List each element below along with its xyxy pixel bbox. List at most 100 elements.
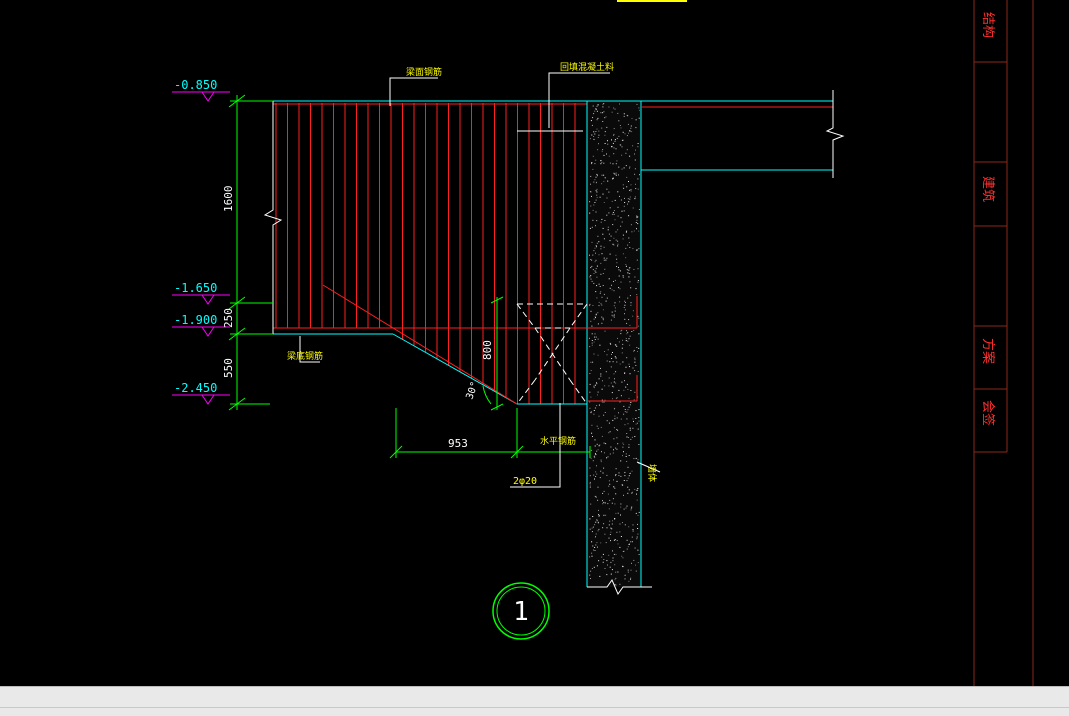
concrete-speckle <box>608 377 610 379</box>
elevation-label-3: -1.900 <box>174 313 217 327</box>
concrete-speckle <box>608 508 610 510</box>
concrete-speckle <box>616 429 618 430</box>
title-cell-countersign: 会签 <box>980 400 996 426</box>
concrete-speckle <box>628 276 630 278</box>
concrete-speckle <box>603 259 605 261</box>
concrete-speckle <box>621 352 623 354</box>
concrete-speckle <box>620 217 622 219</box>
concrete-speckle <box>589 212 591 214</box>
concrete-speckle <box>589 484 591 486</box>
concrete-speckle <box>624 300 626 302</box>
concrete-speckle <box>597 546 598 548</box>
concrete-speckle <box>608 278 610 280</box>
concrete-speckle <box>603 238 605 240</box>
concrete-speckle <box>621 146 623 148</box>
concrete-speckle <box>609 240 611 242</box>
concrete-speckle <box>615 468 617 470</box>
concrete-speckle <box>601 183 603 185</box>
concrete-speckle <box>594 110 596 112</box>
concrete-speckle <box>620 333 622 335</box>
concrete-speckle <box>590 411 592 412</box>
concrete-speckle <box>600 375 602 377</box>
concrete-speckle <box>617 245 619 247</box>
concrete-speckle <box>600 303 602 305</box>
concrete-speckle <box>589 486 591 488</box>
concrete-speckle <box>590 361 592 363</box>
concrete-speckle <box>598 283 600 285</box>
concrete-speckle <box>632 145 634 147</box>
concrete-speckle <box>589 481 591 483</box>
concrete-speckle <box>597 312 599 314</box>
concrete-speckle <box>622 361 624 363</box>
concrete-speckle <box>593 282 595 284</box>
concrete-speckle <box>603 293 605 295</box>
concrete-speckle <box>617 215 619 217</box>
concrete-speckle <box>613 128 615 130</box>
concrete-speckle <box>596 425 598 427</box>
concrete-speckle <box>591 241 593 243</box>
concrete-speckle <box>593 318 595 320</box>
concrete-speckle <box>637 523 638 525</box>
concrete-speckle <box>630 224 632 226</box>
concrete-speckle <box>611 528 613 530</box>
concrete-speckle <box>622 276 624 278</box>
concrete-speckle <box>634 436 636 437</box>
concrete-speckle <box>618 166 620 168</box>
concrete-speckle <box>604 268 606 270</box>
concrete-speckle <box>612 352 613 353</box>
title-cell-architecture: 建筑 <box>980 176 996 202</box>
concrete-speckle <box>596 174 598 176</box>
concrete-speckle <box>601 388 603 390</box>
concrete-speckle <box>615 577 617 579</box>
concrete-speckle <box>625 386 627 388</box>
concrete-speckle <box>623 307 625 308</box>
concrete-speckle <box>613 479 614 481</box>
concrete-speckle <box>618 120 620 122</box>
concrete-speckle <box>611 139 612 141</box>
concrete-speckle <box>607 456 609 458</box>
concrete-speckle <box>623 389 625 391</box>
concrete-speckle <box>629 198 631 200</box>
concrete-speckle <box>602 193 604 195</box>
concrete-speckle <box>590 570 592 572</box>
concrete-speckle <box>590 320 592 322</box>
concrete-speckle <box>611 569 613 571</box>
concrete-speckle <box>621 484 623 486</box>
concrete-speckle <box>602 503 604 505</box>
concrete-speckle <box>625 247 627 249</box>
concrete-speckle <box>614 199 616 201</box>
concrete-speckle <box>590 310 592 312</box>
concrete-speckle <box>603 162 605 164</box>
concrete-speckle <box>628 580 630 582</box>
concrete-speckle <box>630 578 631 580</box>
concrete-speckle <box>597 235 599 237</box>
concrete-speckle <box>596 382 597 384</box>
concrete-speckle <box>635 183 636 185</box>
concrete-speckle <box>638 347 640 349</box>
concrete-speckle <box>590 503 592 505</box>
concrete-speckle <box>611 314 613 316</box>
concrete-speckle <box>627 423 629 425</box>
concrete-speckle <box>612 398 613 400</box>
concrete-speckle <box>596 181 597 183</box>
concrete-speckle <box>592 105 594 107</box>
concrete-speckle <box>601 304 603 306</box>
cad-drawing-canvas[interactable]: -0.850 -1.650 -1.900 -2.450 1600 250 550… <box>0 0 1069 686</box>
concrete-speckle <box>629 295 631 297</box>
concrete-speckle <box>625 152 627 154</box>
concrete-speckle <box>609 566 611 568</box>
concrete-speckle <box>621 168 623 170</box>
concrete-speckle <box>596 242 598 244</box>
concrete-speckle <box>598 104 599 106</box>
concrete-speckle <box>611 111 613 113</box>
concrete-speckle <box>606 420 608 422</box>
concrete-speckle <box>619 363 621 365</box>
concrete-speckle <box>589 483 591 485</box>
concrete-speckle <box>638 248 640 250</box>
concrete-speckle <box>633 420 634 422</box>
concrete-speckle <box>595 533 597 535</box>
concrete-speckle <box>592 269 594 271</box>
concrete-speckle <box>615 163 617 165</box>
concrete-speckle <box>635 564 636 566</box>
concrete-speckle <box>624 524 626 526</box>
